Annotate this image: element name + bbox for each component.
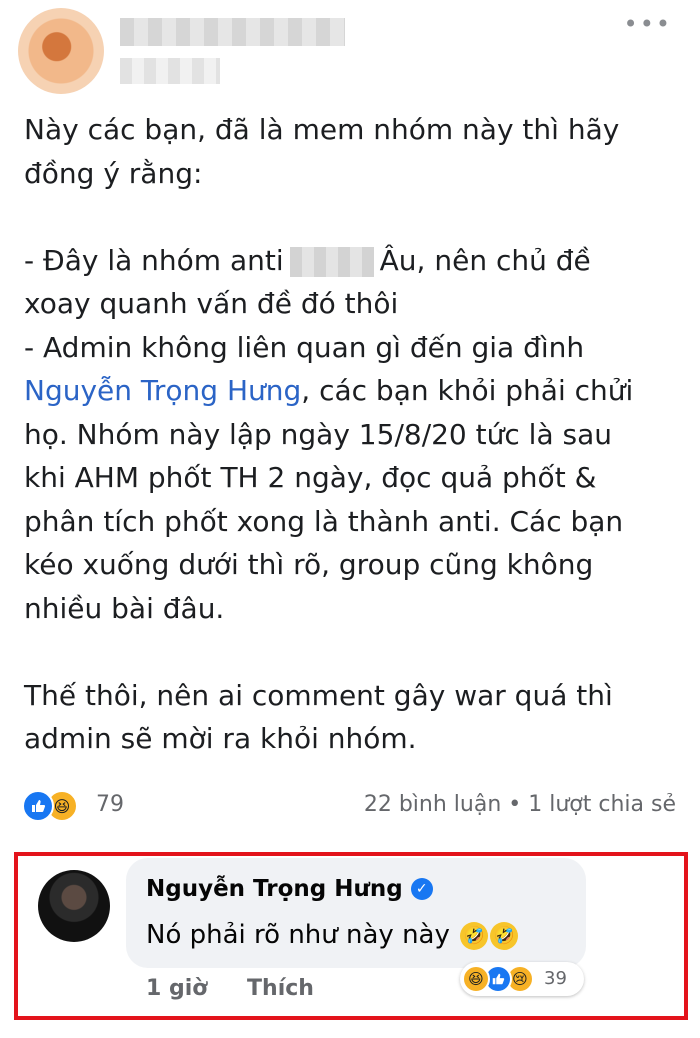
post-line: Thế thôi, nên ai comment gây war quá thì bbox=[24, 678, 613, 712]
like-icon[interactable] bbox=[22, 790, 54, 822]
commenter-name[interactable]: Nguyễn Trọng Hưng ✓ bbox=[146, 876, 433, 902]
post-line: họ. Nhóm này lập ngày 15/8/20 tức là sau bbox=[24, 417, 612, 451]
mention-link[interactable]: Nguyễn Trọng Hưng bbox=[24, 374, 301, 407]
post-text: Này các bạn, đã là mem nhóm này thì hãy … bbox=[24, 108, 684, 761]
post-line: đồng ý rằng: bbox=[24, 156, 203, 190]
post-line: kéo xuống dưới thì rõ, group cũng không bbox=[24, 548, 594, 581]
comment-time[interactable]: 1 giờ bbox=[146, 976, 207, 1001]
post-line: Nguyễn Trọng Hưng, các bạn khỏi phải chử… bbox=[24, 374, 634, 407]
comment-actions: 1 giờ Thích bbox=[146, 976, 346, 1001]
post-line: admin sẽ mời ra khỏi nhóm. bbox=[24, 722, 417, 755]
comment-share-stats[interactable]: 22 bình luận • 1 lượt chia sẻ bbox=[364, 792, 676, 817]
post-line: nhiều bài đâu. bbox=[24, 591, 225, 625]
comment-reactions[interactable]: 😆 😢 39 bbox=[460, 962, 584, 996]
haha-icon: 😆 bbox=[462, 965, 490, 993]
post-reaction-bar: 😆 79 22 bình luận • 1 lượt chia sẻ bbox=[22, 790, 682, 824]
blurred-post-meta bbox=[120, 58, 220, 84]
post-line: khi AHM phốt TH 2 ngày, đọc quả phốt & bbox=[24, 461, 597, 494]
commenter-avatar[interactable] bbox=[38, 870, 110, 942]
redacted-text bbox=[289, 246, 374, 277]
post-line: xoay quanh vấn đề đó thôi bbox=[24, 287, 399, 320]
rofl-emoji-icon: 🤣 bbox=[490, 921, 519, 950]
comment-bubble: Nguyễn Trọng Hưng ✓ Nó phải rõ như này n… bbox=[126, 858, 586, 968]
comment-text: Nó phải rõ như này này 🤣 🤣 bbox=[146, 920, 519, 950]
post-line: Này các bạn, đã là mem nhóm này thì hãy bbox=[24, 113, 620, 146]
blurred-author-avatar[interactable] bbox=[18, 8, 104, 94]
like-button[interactable]: Thích bbox=[247, 976, 314, 1001]
reaction-count[interactable]: 79 bbox=[96, 792, 124, 817]
blurred-author-name[interactable] bbox=[120, 18, 345, 46]
post-header: ••• bbox=[0, 0, 700, 100]
rofl-emoji-icon: 🤣 bbox=[460, 921, 489, 950]
comment-reaction-count: 39 bbox=[544, 968, 567, 989]
more-options-icon[interactable]: ••• bbox=[624, 10, 672, 38]
verified-badge-icon: ✓ bbox=[410, 878, 433, 900]
post-line: - Đây là nhóm anti Âu, nên chủ đề bbox=[24, 243, 591, 277]
post-line: phân tích phốt xong là thành anti. Các b… bbox=[24, 504, 624, 538]
post-line: - Admin không liên quan gì đến gia đình bbox=[24, 330, 585, 364]
